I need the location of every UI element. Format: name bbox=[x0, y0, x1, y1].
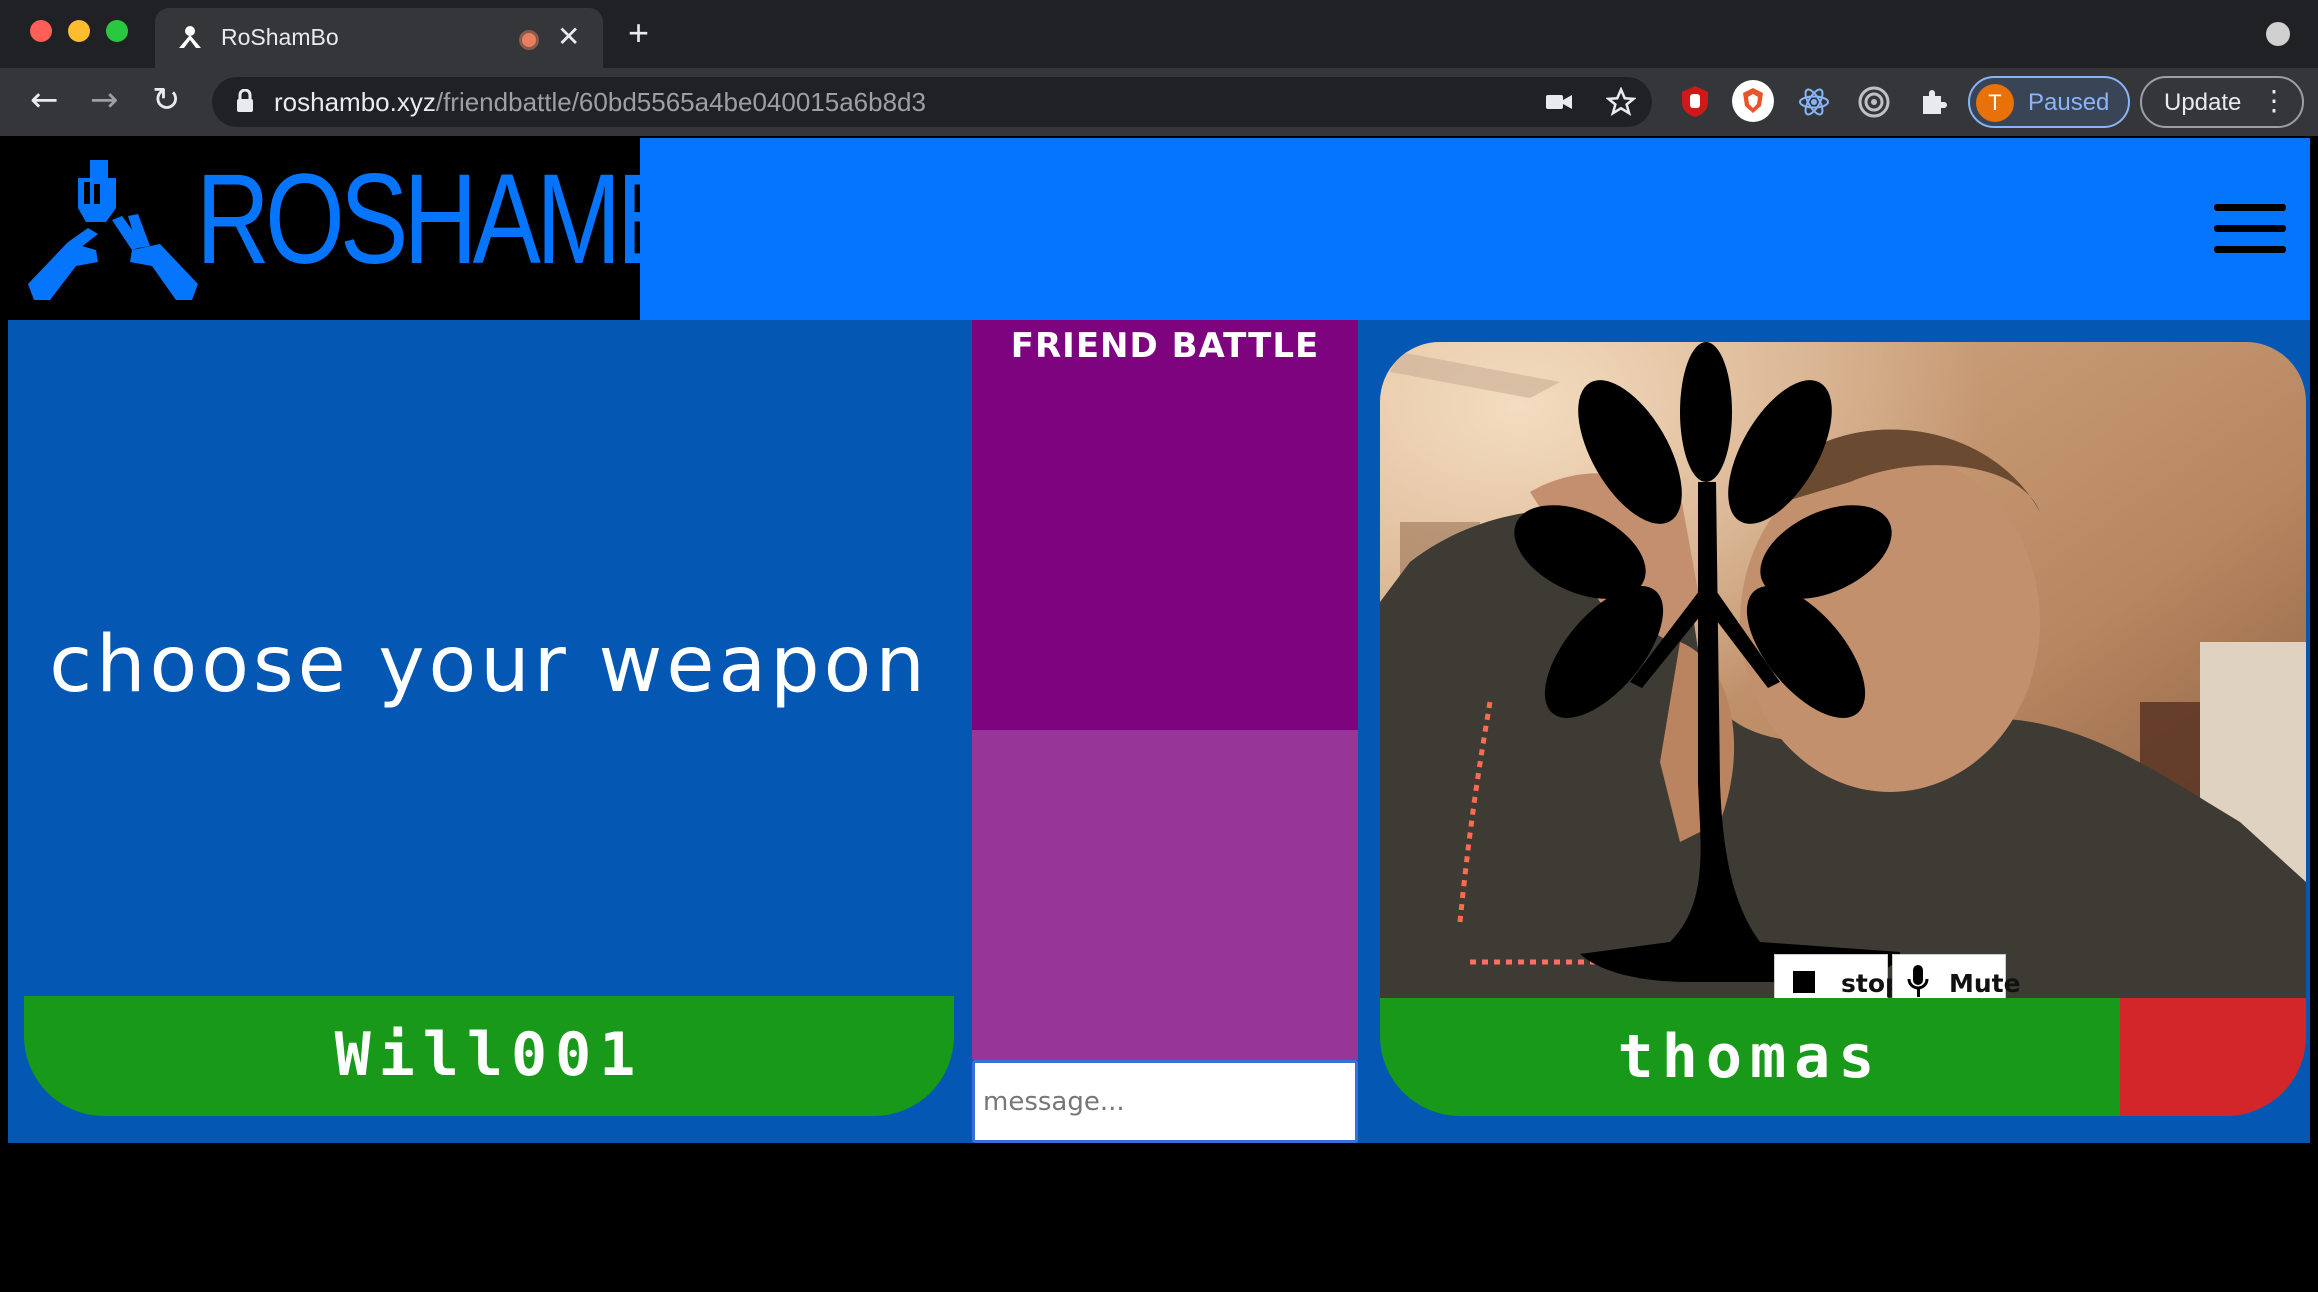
update-label: Update bbox=[2164, 89, 2242, 116]
browser-tab-bar: RoShamBo ✕ + bbox=[0, 0, 2318, 68]
back-arrow-icon[interactable]: ← bbox=[30, 80, 59, 120]
microphone-icon bbox=[1907, 965, 1929, 997]
browser-tab[interactable]: RoShamBo ✕ bbox=[155, 8, 603, 68]
opponent-status-indicator bbox=[2120, 998, 2306, 1116]
chat-message-input[interactable] bbox=[972, 1060, 1358, 1143]
hands-logo-icon bbox=[28, 160, 198, 300]
opponent-name-bar: thomas bbox=[1380, 998, 2306, 1116]
player-name-bar: Will001 bbox=[24, 996, 954, 1116]
opponent-panel: stop Mute thomas bbox=[1360, 320, 2310, 1143]
mute-button[interactable]: Mute bbox=[1892, 954, 2021, 998]
hamburger-menu-icon[interactable] bbox=[2214, 204, 2286, 256]
logo[interactable]: ROSHAMBO bbox=[8, 138, 760, 320]
extensions-puzzle-icon[interactable] bbox=[1918, 86, 1950, 118]
reload-icon[interactable]: ↻ bbox=[152, 80, 181, 120]
tab-title: RoShamBo bbox=[221, 24, 339, 50]
chat-title: FRIEND BATTLE bbox=[1010, 326, 1320, 366]
logo-text: ROSHAMBO bbox=[196, 148, 760, 291]
opponent-name: thomas bbox=[1617, 1022, 1883, 1092]
browser-toolbar: ← → ↻ roshambo.xyz/friendbattle/60bd5565… bbox=[0, 68, 2318, 136]
new-tab-button[interactable]: + bbox=[628, 12, 649, 54]
site-header: ROSHAMBO bbox=[8, 138, 2310, 320]
more-menu-icon[interactable]: ⋮ bbox=[2260, 84, 2288, 117]
chat-header: FRIEND BATTLE bbox=[972, 320, 1358, 730]
bookmark-star-icon[interactable] bbox=[1606, 87, 1636, 117]
update-button[interactable]: Update ⋮ bbox=[2140, 76, 2304, 128]
player-panel: choose your weapon Will001 bbox=[8, 320, 970, 1143]
window-close-button[interactable] bbox=[30, 20, 52, 42]
forward-arrow-icon[interactable]: → bbox=[90, 80, 119, 120]
target-extension-icon[interactable] bbox=[1858, 86, 1890, 118]
stop-square-icon bbox=[1793, 971, 1815, 993]
roshambo-favicon-icon bbox=[175, 22, 205, 52]
opponent-video[interactable]: stop Mute bbox=[1380, 342, 2306, 998]
opponent-video-feed bbox=[1380, 342, 2306, 998]
page-content: ROSHAMBO choose your weapon Will001 FRIE… bbox=[8, 138, 2310, 1292]
camera-icon[interactable] bbox=[1546, 92, 1572, 112]
battle-area: choose your weapon Will001 FRIEND BATTLE bbox=[8, 320, 2310, 1143]
chat-messages bbox=[972, 730, 1358, 1060]
player-name: Will001 bbox=[334, 1020, 644, 1090]
chat-panel: FRIEND BATTLE bbox=[972, 320, 1358, 1143]
tab-search-icon[interactable] bbox=[2266, 22, 2290, 46]
brave-shield-extension-icon[interactable] bbox=[1732, 80, 1774, 122]
profile-avatar: T bbox=[1976, 84, 2014, 122]
mute-label: Mute bbox=[1949, 969, 2021, 998]
window-maximize-button[interactable] bbox=[106, 20, 128, 42]
tab-close-icon[interactable]: ✕ bbox=[557, 20, 580, 53]
weapon-prompt: choose your weapon bbox=[49, 620, 929, 710]
window-minimize-button[interactable] bbox=[68, 20, 90, 42]
recording-indicator-icon bbox=[519, 30, 539, 50]
profile-button[interactable]: T Paused bbox=[1968, 76, 2130, 128]
lock-icon[interactable] bbox=[236, 89, 254, 113]
address-bar[interactable]: roshambo.xyz/friendbattle/60bd5565a4be04… bbox=[212, 77, 1652, 127]
react-devtools-icon[interactable] bbox=[1798, 86, 1830, 118]
stop-video-button[interactable]: stop bbox=[1774, 954, 1903, 998]
url-text[interactable]: roshambo.xyz/friendbattle/60bd5565a4be04… bbox=[274, 87, 926, 118]
ublock-extension-icon[interactable] bbox=[1678, 84, 1712, 118]
profile-status-label: Paused bbox=[2028, 89, 2110, 116]
